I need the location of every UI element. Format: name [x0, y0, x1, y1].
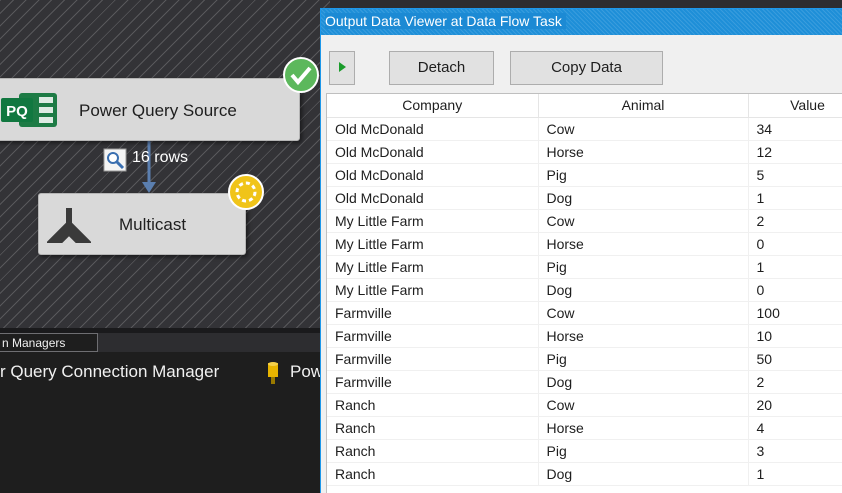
multicast-icon: [47, 208, 91, 243]
table-cell[interactable]: Farmville: [327, 301, 539, 325]
table-row[interactable]: Old McDonald Dog 1: [327, 186, 842, 210]
table-row[interactable]: Farmville Dog 2: [327, 370, 842, 394]
table-cell[interactable]: Cow: [538, 209, 749, 233]
table-cell[interactable]: My Little Farm: [327, 255, 539, 279]
table-cell[interactable]: Horse: [538, 416, 749, 440]
play-icon: [339, 62, 346, 72]
table-row[interactable]: Farmville Cow 100: [327, 301, 842, 325]
multicast-component[interactable]: Multicast: [38, 193, 246, 255]
executing-indicator-icon: [228, 174, 264, 210]
table-cell[interactable]: 5: [748, 163, 842, 187]
table-cell[interactable]: 34: [748, 117, 842, 141]
table-cell[interactable]: Cow: [538, 301, 749, 325]
table-cell[interactable]: Horse: [538, 140, 749, 164]
table-cell[interactable]: Dog: [538, 278, 749, 302]
table-row[interactable]: My Little Farm Horse 0: [327, 232, 842, 256]
table-cell[interactable]: 1: [748, 255, 842, 279]
pq-logo-text: PQ: [6, 103, 28, 120]
continue-button[interactable]: [329, 51, 355, 85]
table-cell[interactable]: 2: [748, 370, 842, 394]
table-row[interactable]: Ranch Horse 4: [327, 416, 842, 440]
table-cell[interactable]: Old McDonald: [327, 163, 539, 187]
table-cell[interactable]: My Little Farm: [327, 278, 539, 302]
column-header-animal[interactable]: Animal: [538, 94, 749, 118]
table-row[interactable]: Farmville Pig 50: [327, 347, 842, 371]
power-query-source-label: Power Query Source: [79, 101, 237, 120]
table-cell[interactable]: 12: [748, 140, 842, 164]
table-row[interactable]: Farmville Horse 10: [327, 324, 842, 348]
table-cell[interactable]: Old McDonald: [327, 186, 539, 210]
table-cell[interactable]: Pig: [538, 439, 749, 463]
table-cell[interactable]: Ranch: [327, 439, 539, 463]
table-cell[interactable]: Pig: [538, 255, 749, 279]
table-cell[interactable]: 3: [748, 439, 842, 463]
table-cell[interactable]: 0: [748, 278, 842, 302]
table-cell[interactable]: Dog: [538, 370, 749, 394]
table-cell[interactable]: Old McDonald: [327, 117, 539, 141]
table-row[interactable]: My Little Farm Cow 2: [327, 209, 842, 233]
row-count-label: 16 rows: [132, 149, 189, 166]
table-row[interactable]: Ranch Cow 20: [327, 393, 842, 417]
table-cell[interactable]: 100: [748, 301, 842, 325]
table-cell[interactable]: Pig: [538, 163, 749, 187]
table-cell[interactable]: 10: [748, 324, 842, 348]
data-table: Company Animal Value Old McDonald Cow 34 Ol…: [327, 94, 842, 486]
power-query-source-component[interactable]: PQ Power Query Source: [0, 78, 300, 141]
table-cell[interactable]: Dog: [538, 462, 749, 486]
table-cell[interactable]: 1: [748, 186, 842, 210]
connection-managers-tabbar: n Managers: [0, 333, 330, 352]
viewer-title: Output Data Viewer at Data Flow Task: [325, 13, 566, 29]
table-cell[interactable]: Old McDonald: [327, 140, 539, 164]
copy-data-button[interactable]: Copy Data: [510, 51, 663, 85]
table-row[interactable]: My Little Farm Dog 0: [327, 278, 842, 302]
table-row[interactable]: Old McDonald Pig 5: [327, 163, 842, 187]
table-row[interactable]: Old McDonald Cow 34: [327, 117, 842, 141]
table-cell[interactable]: Farmville: [327, 324, 539, 348]
table-cell[interactable]: Cow: [538, 393, 749, 417]
table-cell[interactable]: Dog: [538, 186, 749, 210]
viewer-toolbar: Detach Copy Data: [321, 35, 842, 91]
table-cell[interactable]: 50: [748, 347, 842, 371]
success-check-icon: [283, 57, 319, 93]
detach-button[interactable]: Detach: [389, 51, 494, 85]
table-row[interactable]: Ranch Pig 3: [327, 439, 842, 463]
table-cell[interactable]: Ranch: [327, 416, 539, 440]
table-cell[interactable]: 4: [748, 416, 842, 440]
column-header-value[interactable]: Value: [748, 94, 842, 118]
table-row[interactable]: Old McDonald Horse 12: [327, 140, 842, 164]
table-cell[interactable]: 0: [748, 232, 842, 256]
table-cell[interactable]: 2: [748, 209, 842, 233]
multicast-label: Multicast: [119, 215, 187, 234]
table-cell[interactable]: My Little Farm: [327, 209, 539, 233]
screen: PQ Power Query Source 16 rows Multicast: [0, 0, 842, 493]
output-data-viewer-window: Output Data Viewer at Data Flow Task Det…: [320, 8, 842, 493]
table-cell[interactable]: Cow: [538, 117, 749, 141]
table-row[interactable]: Ranch Dog 1: [327, 462, 842, 486]
data-grid[interactable]: Company Animal Value Old McDonald Cow 34 Ol…: [326, 93, 842, 493]
viewer-titlebar[interactable]: Output Data Viewer at Data Flow Task: [321, 9, 842, 35]
table-cell[interactable]: Farmville: [327, 370, 539, 394]
connection-manager-item[interactable]: r Query Connection Manager: [0, 362, 219, 382]
column-header-company[interactable]: Company: [327, 94, 539, 118]
table-cell[interactable]: Horse: [538, 232, 749, 256]
table-cell[interactable]: 1: [748, 462, 842, 486]
table-cell[interactable]: Farmville: [327, 347, 539, 371]
table-cell[interactable]: 20: [748, 393, 842, 417]
power-query-logo-icon: PQ: [1, 93, 57, 127]
table-cell[interactable]: Ranch: [327, 393, 539, 417]
table-row[interactable]: My Little Farm Pig 1: [327, 255, 842, 279]
tab-connection-managers[interactable]: n Managers: [0, 333, 98, 352]
table-cell[interactable]: Horse: [538, 324, 749, 348]
header-row: Company Animal Value: [327, 94, 842, 118]
table-cell[interactable]: Ranch: [327, 462, 539, 486]
connection-manager-cylinder-icon: [268, 362, 278, 384]
table-cell[interactable]: My Little Farm: [327, 232, 539, 256]
table-cell[interactable]: Pig: [538, 347, 749, 371]
data-flow-canvas[interactable]: PQ Power Query Source 16 rows Multicast: [0, 0, 330, 328]
data-viewer-magnifier-icon[interactable]: [103, 148, 127, 172]
